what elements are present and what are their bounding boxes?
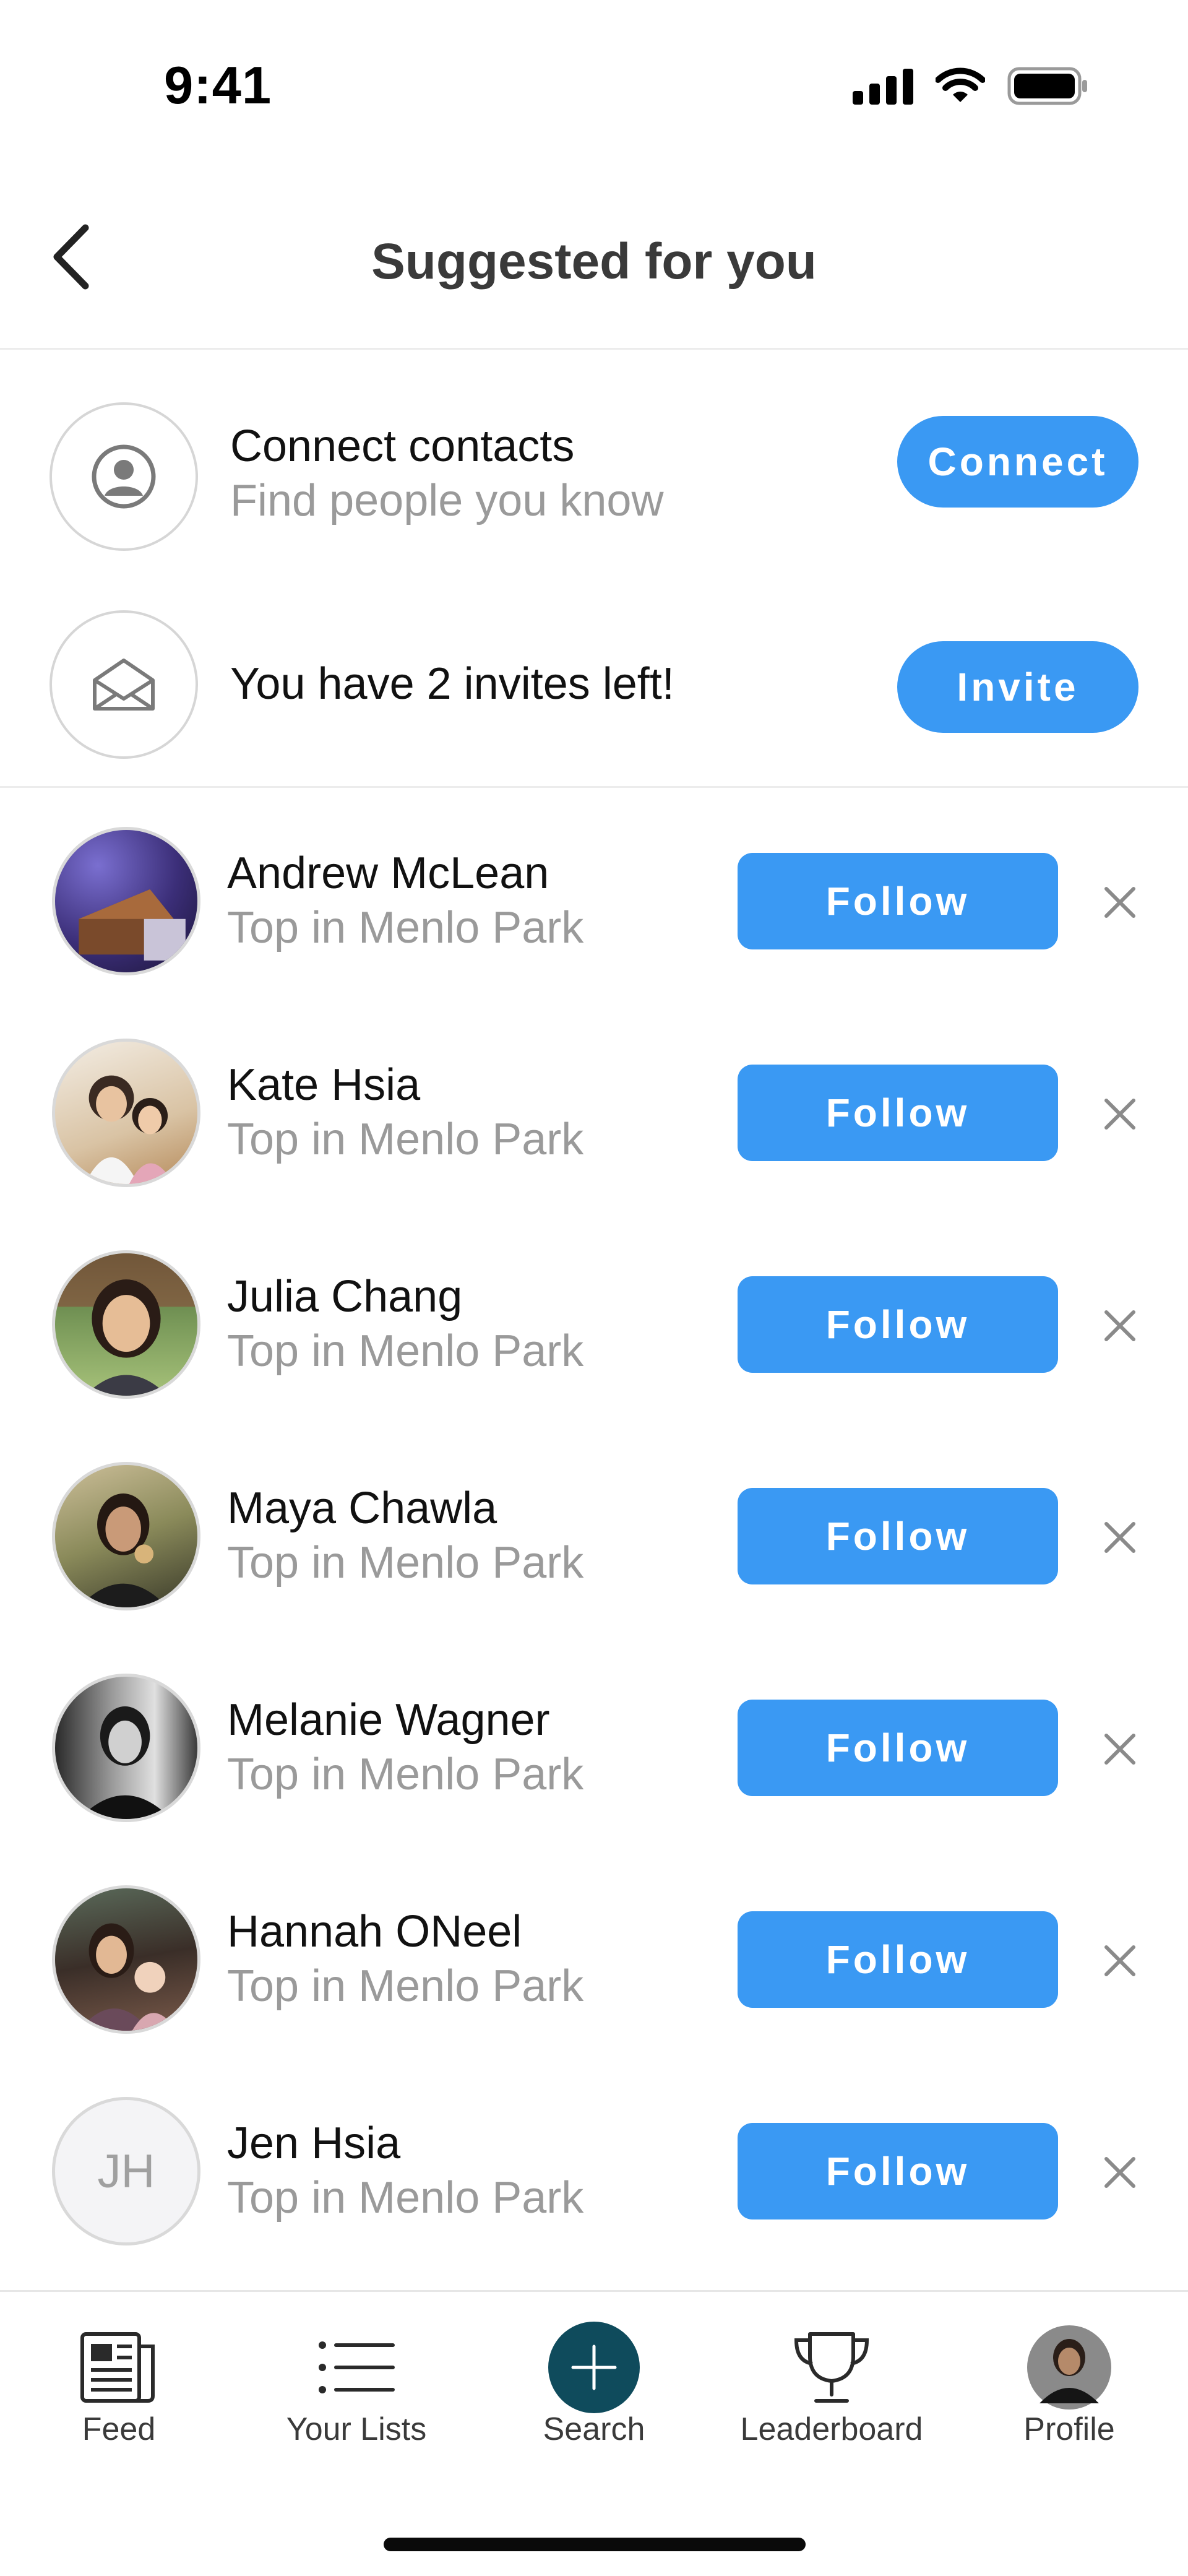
list-icon <box>307 2324 406 2411</box>
follow-button[interactable]: Follow <box>738 1911 1058 2008</box>
tab-label: Leaderboard <box>740 2411 923 2447</box>
list-item: Maya Chawla Top in Menlo Park Follow <box>0 1446 1188 1658</box>
list-item: Kate Hsia Top in Menlo Park Follow <box>0 1022 1188 1234</box>
tab-leaderboard[interactable]: Leaderboard <box>713 2292 950 2478</box>
dismiss-button[interactable] <box>1095 1936 1145 1986</box>
close-icon <box>1104 1945 1135 1976</box>
status-time: 9:41 <box>164 56 272 115</box>
tab-label: Profile <box>1023 2411 1115 2447</box>
search-fab-wrapper <box>544 2322 644 2413</box>
invite-button[interactable]: Invite <box>897 641 1138 733</box>
connect-contacts-title: Connect contacts <box>230 421 575 471</box>
person-subtitle: Top in Menlo Park <box>227 1750 584 1799</box>
tab-label: Feed <box>82 2411 156 2447</box>
close-icon <box>1104 1522 1135 1553</box>
person-subtitle: Top in Menlo Park <box>227 1326 584 1376</box>
newspaper-icon <box>69 2324 168 2411</box>
tab-your-lists[interactable]: Your Lists <box>238 2292 475 2478</box>
connect-contacts-row: Connect contacts Find people you know Co… <box>0 384 1188 569</box>
envelope-icon <box>93 659 155 711</box>
tab-label: Search <box>543 2411 645 2447</box>
close-icon <box>1104 1734 1135 1765</box>
cellular-signal-icon <box>853 67 913 105</box>
avatar[interactable] <box>52 1674 200 1822</box>
tab-profile[interactable]: Profile <box>950 2292 1188 2478</box>
home-indicator[interactable] <box>384 2538 806 2551</box>
person-name: Julia Chang <box>227 1272 463 1321</box>
follow-button[interactable]: Follow <box>738 1700 1058 1796</box>
person-circle-icon <box>92 444 156 509</box>
avatar-initials: JH <box>97 2145 155 2198</box>
follow-button[interactable]: Follow <box>738 1065 1058 1161</box>
tab-search[interactable]: Search <box>475 2292 713 2478</box>
suggested-people-list: Andrew McLean Top in Menlo Park Follow K… <box>0 811 1188 2293</box>
plus-icon <box>571 2345 617 2390</box>
close-icon <box>1104 1310 1135 1341</box>
dismiss-button[interactable] <box>1095 1301 1145 1351</box>
tab-feed[interactable]: Feed <box>0 2292 238 2478</box>
follow-button[interactable]: Follow <box>738 1488 1058 1584</box>
close-icon <box>1104 1099 1135 1130</box>
follow-button[interactable]: Follow <box>738 853 1058 949</box>
close-icon <box>1104 2157 1135 2188</box>
avatar[interactable] <box>52 1250 200 1399</box>
person-name: Maya Chawla <box>227 1484 497 1533</box>
follow-button[interactable]: Follow <box>738 1276 1058 1373</box>
close-icon <box>1104 887 1135 918</box>
tab-label: Your Lists <box>286 2411 427 2447</box>
person-subtitle: Top in Menlo Park <box>227 1538 584 1588</box>
status-bar: 9:41 <box>0 0 1188 161</box>
list-item: JH Jen Hsia Top in Menlo Park Follow <box>0 2081 1188 2293</box>
invite-icon-circle <box>50 610 198 759</box>
photo-two-people <box>84 1075 174 1184</box>
avatar[interactable] <box>52 1039 200 1187</box>
contacts-icon-circle <box>50 402 198 551</box>
avatar[interactable] <box>52 1462 200 1610</box>
person-subtitle: Top in Menlo Park <box>227 1961 584 2011</box>
dismiss-button[interactable] <box>1095 1089 1145 1139</box>
photo-person-with-child <box>79 1923 177 2031</box>
person-name: Kate Hsia <box>227 1060 421 1110</box>
cake-photo <box>79 889 186 961</box>
photo-person-outdoors <box>55 1253 197 1396</box>
person-subtitle: Top in Menlo Park <box>227 2173 584 2223</box>
person-subtitle: Top in Menlo Park <box>227 903 584 953</box>
battery-icon <box>1007 67 1087 105</box>
invite-row: You have 2 invites left! Invite <box>0 594 1188 780</box>
tab-bar: Feed Your Lists Search Leaderboard Profi… <box>0 2290 1188 2576</box>
person-subtitle: Top in Menlo Park <box>227 1115 584 1164</box>
avatar[interactable] <box>52 1885 200 2034</box>
dismiss-button[interactable] <box>1095 2148 1145 2197</box>
trophy-icon <box>782 2324 881 2411</box>
person-name: Andrew McLean <box>227 849 549 898</box>
dismiss-button[interactable] <box>1095 1513 1145 1562</box>
section-divider <box>0 786 1188 788</box>
person-name: Jen Hsia <box>227 2119 401 2168</box>
connect-contacts-subtitle: Find people you know <box>230 476 664 525</box>
avatar[interactable]: JH <box>52 2097 200 2245</box>
list-item: Melanie Wagner Top in Menlo Park Follow <box>0 1658 1188 1869</box>
follow-button[interactable]: Follow <box>738 2123 1058 2219</box>
page-title: Suggested for you <box>371 233 817 290</box>
dismiss-button[interactable] <box>1095 878 1145 927</box>
list-item: Julia Chang Top in Menlo Park Follow <box>0 1234 1188 1446</box>
photo-person-cafe <box>79 1493 168 1607</box>
list-item: Hannah ONeel Top in Menlo Park Follow <box>0 1869 1188 2081</box>
connect-button[interactable]: Connect <box>897 416 1138 508</box>
search-fab-button[interactable] <box>548 2322 640 2413</box>
invites-left-text: You have 2 invites left! <box>230 659 674 709</box>
wifi-icon <box>936 67 985 102</box>
avatar[interactable] <box>52 827 200 975</box>
profile-avatar <box>1020 2324 1119 2411</box>
person-name: Melanie Wagner <box>227 1695 550 1745</box>
photo-person-bw <box>79 1706 171 1819</box>
status-icons <box>853 67 1089 105</box>
list-item: Andrew McLean Top in Menlo Park Follow <box>0 811 1188 1022</box>
dismiss-button[interactable] <box>1095 1724 1145 1774</box>
person-name: Hannah ONeel <box>227 1907 522 1956</box>
header: Suggested for you <box>0 179 1188 350</box>
